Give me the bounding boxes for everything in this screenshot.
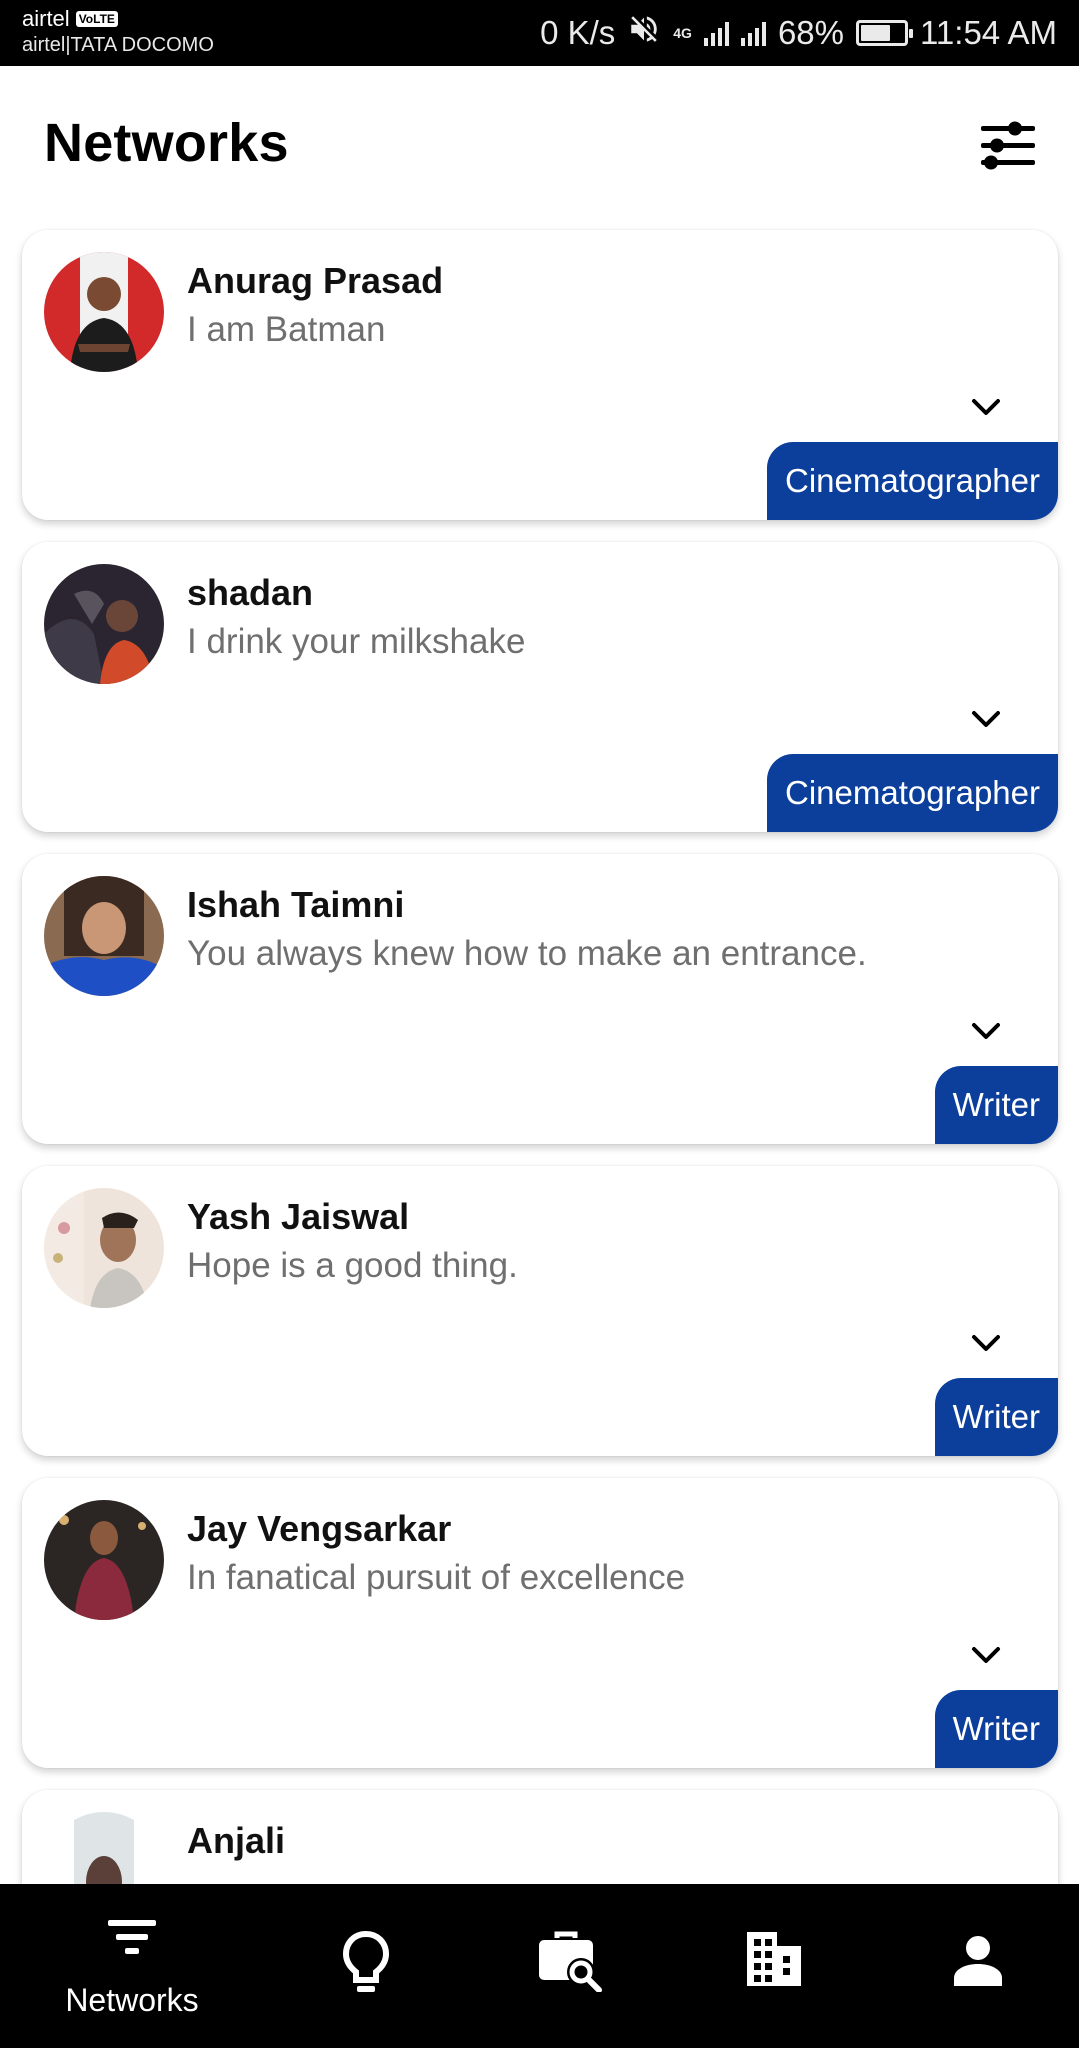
profile-card[interactable]: Jay Vengsarkar In fanatical pursuit of e… bbox=[22, 1478, 1058, 1768]
profile-name: Ishah Taimni bbox=[187, 884, 405, 925]
person-icon bbox=[954, 1936, 1002, 1986]
network-speed: 0 K/s bbox=[540, 14, 616, 51]
chevron-down-icon[interactable] bbox=[966, 1636, 1006, 1676]
profile-bio: I am Batman bbox=[187, 310, 386, 349]
profile-card[interactable]: Ishah Taimni You always knew how to make… bbox=[22, 854, 1058, 1144]
status-icons: 0 K/s 4G 68% 11:54 AM bbox=[540, 10, 1057, 56]
carrier-secondary: airtel|TATA DOCOMO bbox=[22, 34, 214, 56]
volte-badge: VoLTE bbox=[75, 11, 118, 27]
avatar[interactable] bbox=[44, 1188, 164, 1308]
battery-percent: 68% bbox=[777, 14, 845, 51]
chevron-down-icon[interactable] bbox=[966, 388, 1006, 428]
nav-item-jobs[interactable] bbox=[470, 1884, 670, 2048]
role-badge: Writer bbox=[934, 1066, 1058, 1144]
profile-name: Anurag Prasad bbox=[187, 260, 444, 301]
profile-card[interactable]: shadan I drink your milkshake Cinematogr… bbox=[22, 542, 1058, 832]
profile-bio: In fanatical pursuit of excellence bbox=[187, 1558, 686, 1597]
profile-card[interactable]: Anurag Prasad I am Batman Cinematographe… bbox=[22, 230, 1058, 520]
chevron-down-icon[interactable] bbox=[966, 1012, 1006, 1052]
avatar[interactable] bbox=[44, 876, 164, 996]
building-icon bbox=[747, 1932, 801, 1986]
briefcase-search-icon bbox=[539, 1931, 602, 1992]
profile-card[interactable]: Yash Jaiswal Hope is a good thing. Write… bbox=[22, 1166, 1058, 1456]
carrier-primary: airtel bbox=[22, 6, 70, 31]
profile-bio: Hope is a good thing. bbox=[187, 1246, 518, 1285]
signal-icon bbox=[703, 20, 729, 46]
nav-item-ideas[interactable] bbox=[266, 1884, 466, 2048]
avatar[interactable] bbox=[44, 564, 164, 684]
page-title: Networks bbox=[44, 113, 289, 173]
mute-icon bbox=[627, 12, 661, 54]
app-header: Networks bbox=[0, 66, 1079, 226]
role-badge: Writer bbox=[934, 1690, 1058, 1768]
profile-name: Jay Vengsarkar bbox=[187, 1508, 452, 1549]
nav-label-networks: Networks bbox=[65, 1982, 199, 2018]
sliders-icon[interactable] bbox=[977, 114, 1039, 176]
chevron-down-icon[interactable] bbox=[966, 700, 1006, 740]
lightbulb-icon bbox=[342, 1930, 390, 1992]
profile-name: Yash Jaiswal bbox=[187, 1196, 410, 1237]
filter-lines-icon bbox=[108, 1920, 156, 1954]
nav-item-companies[interactable] bbox=[674, 1884, 874, 2048]
chevron-down-icon[interactable] bbox=[966, 1324, 1006, 1364]
clock: 11:54 AM bbox=[920, 14, 1057, 51]
avatar[interactable] bbox=[44, 1500, 164, 1620]
profile-bio: I drink your milkshake bbox=[187, 622, 526, 661]
nav-item-networks[interactable]: Networks bbox=[32, 1884, 232, 2048]
status-bar: airtel VoLTE airtel|TATA DOCOMO 0 K/s 4G… bbox=[0, 0, 1079, 66]
avatar[interactable] bbox=[44, 252, 164, 372]
signal-icon-2 bbox=[740, 20, 766, 46]
network-type: 4G bbox=[673, 25, 692, 41]
carrier-info: airtel VoLTE airtel|TATA DOCOMO bbox=[22, 6, 214, 58]
profile-bio: You always knew how to make an entrance. bbox=[187, 934, 867, 973]
profile-name: shadan bbox=[187, 572, 314, 613]
battery-icon bbox=[856, 20, 914, 46]
role-badge: Cinematographer bbox=[767, 442, 1058, 520]
role-badge: Writer bbox=[934, 1378, 1058, 1456]
role-badge: Cinematographer bbox=[767, 754, 1058, 832]
profile-name: Anjali bbox=[187, 1820, 286, 1861]
nav-item-profile[interactable] bbox=[878, 1884, 1078, 2048]
bottom-navigation: Networks bbox=[0, 1884, 1079, 2048]
